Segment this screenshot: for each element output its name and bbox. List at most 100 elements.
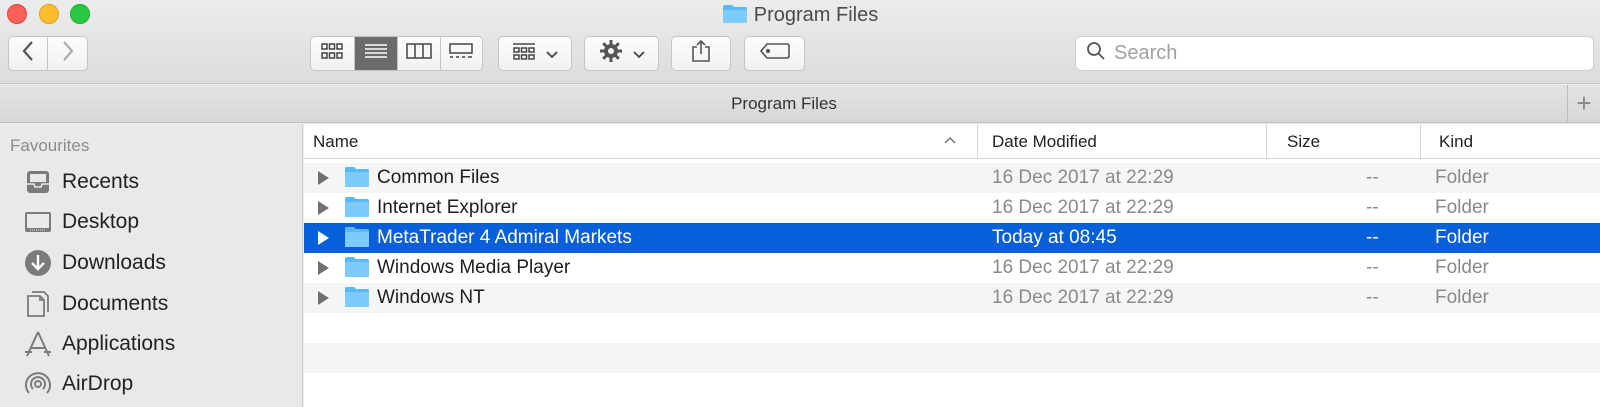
folder-icon: [344, 196, 370, 223]
column-header-kind[interactable]: Kind: [1420, 124, 1600, 159]
recents-icon: [22, 166, 54, 198]
tag-icon: [759, 43, 790, 64]
search-input[interactable]: [1114, 42, 1574, 65]
sidebar-heading: Favourites: [10, 136, 90, 155]
chevron-down-icon: [632, 46, 645, 62]
back-button[interactable]: [9, 37, 49, 70]
chevron-left-icon: [21, 40, 35, 67]
toolbar: Program Files: [0, 0, 1600, 84]
file-kind: Folder: [1435, 287, 1489, 308]
file-date: Today at 08:45: [992, 227, 1117, 248]
sidebar-item-label: Recents: [62, 170, 140, 193]
gear-icon: [599, 39, 623, 68]
sidebar-item-airdrop[interactable]: AirDrop: [22, 366, 133, 402]
folder-icon: [344, 286, 370, 313]
finder-window: Program Files Search Program Files + Fav…: [0, 0, 1600, 407]
file-date: 16 Dec 2017 at 22:29: [992, 167, 1174, 188]
chevron-down-icon: [546, 46, 558, 62]
column-header-label: Name: [313, 131, 359, 151]
gallery-view-button[interactable]: [441, 37, 483, 70]
folder-icon: [344, 256, 370, 283]
file-name: Common Files: [377, 167, 500, 188]
column-view-button[interactable]: [398, 37, 441, 70]
disclosure-triangle-icon[interactable]: [318, 261, 329, 275]
applications-icon: [22, 328, 54, 360]
gallery-icon: [449, 43, 473, 64]
sidebar-item-recents[interactable]: Recents: [22, 164, 139, 200]
file-name: Windows NT: [377, 287, 485, 308]
file-name: Windows Media Player: [377, 257, 571, 278]
folder-icon: [344, 226, 370, 253]
sidebar-item-applications[interactable]: Applications: [22, 326, 175, 362]
sidebar-item-label: Documents: [62, 292, 169, 315]
grid-icon: [321, 43, 343, 64]
disclosure-triangle-icon[interactable]: [318, 171, 329, 185]
sidebar-item-desktop[interactable]: Desktop: [22, 204, 139, 240]
folder-icon: [722, 4, 748, 31]
empty-row: [304, 343, 1600, 373]
sidebar: Favourites Recents Desktop Downloads Doc…: [0, 124, 303, 407]
file-size: --: [1366, 257, 1379, 278]
disclosure-triangle-icon[interactable]: [318, 201, 329, 215]
tags-button[interactable]: [744, 36, 805, 71]
add-tab-button[interactable]: +: [1567, 85, 1600, 122]
file-kind: Folder: [1435, 227, 1489, 248]
navigation-buttons: [8, 36, 88, 71]
column-header-date[interactable]: Date Modified: [977, 124, 1267, 159]
file-kind: Folder: [1435, 167, 1489, 188]
file-size: --: [1366, 167, 1379, 188]
file-size: --: [1366, 197, 1379, 218]
file-kind: Folder: [1435, 257, 1489, 278]
share-button[interactable]: [671, 36, 731, 71]
forward-button[interactable]: [48, 37, 87, 70]
file-date: 16 Dec 2017 at 22:29: [992, 257, 1174, 278]
icon-view-button[interactable]: [311, 37, 355, 70]
file-size: --: [1366, 227, 1379, 248]
table-row[interactable]: Windows NT 16 Dec 2017 at 22:29 -- Folde…: [304, 283, 1600, 313]
list-view-button[interactable]: [354, 37, 398, 70]
search-field[interactable]: [1075, 36, 1594, 71]
search-icon: [1086, 41, 1106, 66]
sidebar-item-documents[interactable]: Documents: [22, 286, 168, 322]
column-header-label: Date Modified: [992, 131, 1097, 151]
table-row[interactable]: Common Files 16 Dec 2017 at 22:29 -- Fol…: [304, 163, 1600, 193]
window-title-text: Program Files: [753, 4, 879, 26]
folder-icon: [344, 166, 370, 193]
sidebar-item-label: Downloads: [62, 251, 166, 274]
window-title: Program Files: [0, 2, 1600, 31]
file-date: 16 Dec 2017 at 22:29: [992, 287, 1174, 308]
file-size: --: [1366, 287, 1379, 308]
desktop-icon: [22, 206, 54, 238]
chevron-right-icon: [61, 40, 75, 67]
disclosure-triangle-icon[interactable]: [318, 291, 329, 305]
table-row-selected[interactable]: MetaTrader 4 Admiral Markets Today at 08…: [304, 223, 1600, 253]
downloads-icon: [22, 247, 54, 279]
table-row[interactable]: Windows Media Player 16 Dec 2017 at 22:2…: [304, 253, 1600, 283]
sidebar-item-label: AirDrop: [62, 372, 134, 395]
view-mode-control: [310, 36, 483, 71]
file-date: 16 Dec 2017 at 22:29: [992, 197, 1174, 218]
column-header-size[interactable]: Size: [1266, 124, 1421, 159]
share-icon: [691, 39, 711, 68]
file-name: Internet Explorer: [377, 197, 518, 218]
file-kind: Folder: [1435, 197, 1489, 218]
documents-icon: [22, 288, 54, 320]
columns-icon: [406, 43, 432, 64]
sidebar-item-label: Desktop: [62, 210, 140, 233]
column-header-name[interactable]: Name: [313, 124, 963, 159]
group-by-button[interactable]: [498, 36, 572, 71]
action-button[interactable]: [584, 36, 659, 71]
sidebar-item-label: Applications: [62, 332, 176, 355]
file-list: Name Date Modified Size Kind Common File…: [304, 124, 1600, 407]
sidebar-item-downloads[interactable]: Downloads: [22, 245, 166, 281]
sort-ascending-icon: [944, 132, 956, 147]
path-bar: Program Files +: [0, 85, 1600, 123]
group-icon: [512, 42, 536, 65]
list-header: Name Date Modified Size Kind: [304, 124, 1600, 159]
empty-row: [304, 313, 1600, 343]
airdrop-icon: [22, 368, 54, 400]
table-row[interactable]: Internet Explorer 16 Dec 2017 at 22:29 -…: [304, 193, 1600, 223]
empty-row: [304, 373, 1600, 403]
disclosure-triangle-icon[interactable]: [318, 231, 329, 245]
file-name: MetaTrader 4 Admiral Markets: [377, 227, 632, 248]
